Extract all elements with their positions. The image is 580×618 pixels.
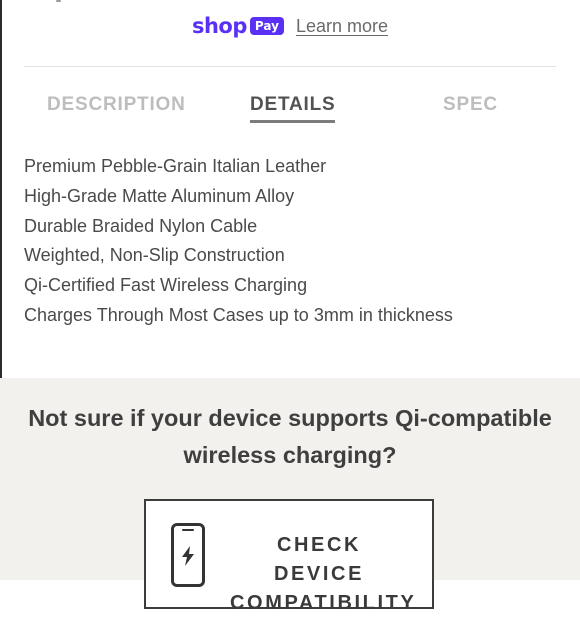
check-device-label: CHECK DEVICE COMPATIBILITY (230, 531, 417, 618)
shop-pay-logo-shop: shop (191, 13, 247, 38)
top-edge-fragment (56, 0, 61, 2)
feature-item: Weighted, Non-Slip Construction (24, 245, 285, 266)
tab-description[interactable]: DESCRIPTION (47, 94, 186, 116)
qi-question-line-1: Not sure if your device supports Qi-comp… (28, 405, 552, 431)
section-divider (24, 66, 556, 67)
tab-details[interactable]: DETAILS (250, 94, 336, 123)
check-device-compatibility-button[interactable]: CHECK DEVICE COMPATIBILITY (144, 499, 434, 614)
tab-spec[interactable]: SPEC (443, 94, 498, 116)
feature-item: Qi-Certified Fast Wireless Charging (24, 275, 308, 296)
qi-question-heading: Not sure if your device supports Qi-comp… (0, 400, 580, 474)
phone-charging-icon (171, 523, 205, 587)
check-device-label-line-1: CHECK DEVICE (273, 534, 365, 585)
details-feature-list: Premium Pebble-Grain Italian Leather Hig… (24, 152, 453, 331)
shop-pay-row: shop Pay Learn more (0, 10, 580, 42)
product-info-tabs: DESCRIPTION DETAILS SPEC (0, 94, 580, 134)
learn-more-link[interactable]: Learn more (296, 16, 388, 37)
qi-question-line-2: wireless charging? (183, 442, 397, 468)
feature-item: High-Grade Matte Aluminum Alloy (24, 185, 295, 206)
left-border (0, 0, 2, 378)
check-device-label-line-2: COMPATIBILITY (230, 592, 417, 614)
feature-item: Durable Braided Nylon Cable (24, 215, 258, 236)
feature-item: Premium Pebble-Grain Italian Leather (24, 156, 327, 176)
shop-pay-logo-pay: Pay (249, 17, 284, 35)
qi-compatibility-section: Not sure if your device supports Qi-comp… (0, 378, 580, 614)
feature-item: Charges Through Most Cases up to 3mm in … (24, 304, 453, 325)
